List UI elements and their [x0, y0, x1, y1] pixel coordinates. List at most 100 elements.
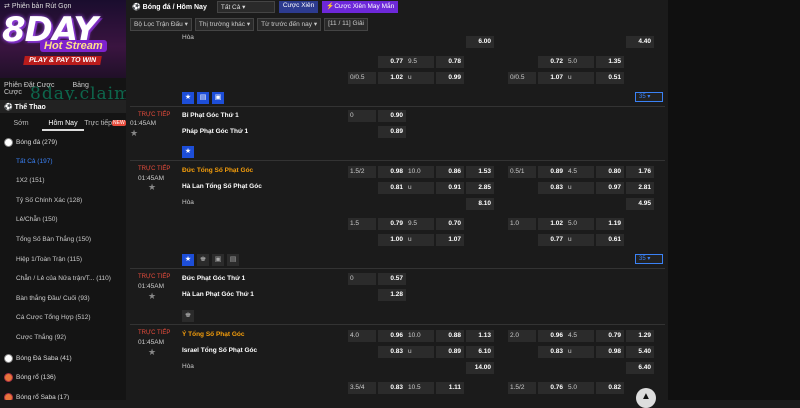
- handicap-cell: 0.5/1: [508, 166, 536, 178]
- odds-cell[interactable]: 5.40: [626, 346, 654, 358]
- odds-cell[interactable]: 0.70: [436, 218, 464, 230]
- odds-cell[interactable]: 1.02: [538, 218, 566, 230]
- sidebar-item[interactable]: Cược Thắng (92): [0, 330, 126, 350]
- filter-bar: Bộ Lọc Trận Đấu ▾ Thị trường khác ▾ Từ t…: [130, 18, 368, 32]
- odds-cell[interactable]: 0.89: [538, 166, 566, 178]
- odds-cell[interactable]: 1.07: [436, 234, 464, 246]
- odds-cell[interactable]: 0.96: [538, 330, 566, 342]
- odds-cell[interactable]: 14.00: [466, 362, 494, 374]
- odds-cell[interactable]: 0.91: [436, 182, 464, 194]
- odds-cell[interactable]: 0.89: [436, 346, 464, 358]
- sidebar-item[interactable]: Bóng rổ (136): [0, 369, 126, 389]
- odds-cell[interactable]: 0.79: [378, 218, 406, 230]
- favorite-star-icon[interactable]: ★: [148, 182, 156, 193]
- page-select[interactable]: 35 ▾: [635, 92, 663, 102]
- tv-icon[interactable]: ▣: [212, 92, 224, 104]
- odds-cell[interactable]: 6.00: [466, 36, 494, 48]
- sidebar-item[interactable]: Tất Cả (197): [0, 154, 126, 174]
- sidebar-item[interactable]: Tỷ Số Chính Xác (128): [0, 193, 126, 213]
- odds-cell[interactable]: 0.98: [596, 346, 624, 358]
- odds-cell[interactable]: 0.99: [436, 72, 464, 84]
- sidebar-item[interactable]: Lẻ/Chẵn (150): [0, 212, 126, 232]
- jersey-icon[interactable]: ♚: [197, 254, 209, 266]
- odds-cell[interactable]: 0.72: [538, 56, 566, 68]
- odds-cell[interactable]: 0.51: [596, 72, 624, 84]
- stats-icon[interactable]: ▤: [227, 254, 239, 266]
- promo-banner[interactable]: ⇄ Phiên bản Rút Gọn 8DAY Hot Stream PLAY…: [0, 0, 126, 78]
- sidebar-item[interactable]: Bóng đá (279): [0, 134, 126, 154]
- odds-cell[interactable]: 0.97: [596, 182, 624, 194]
- favorite-star-icon[interactable]: ★: [148, 347, 156, 358]
- odds-cell[interactable]: 0.90: [378, 110, 406, 122]
- odds-cell[interactable]: 0.83: [538, 346, 566, 358]
- favorite-star-icon[interactable]: ★: [148, 291, 156, 302]
- odds-cell[interactable]: 0.80: [596, 166, 624, 178]
- odds-cell[interactable]: 1.13: [466, 330, 494, 342]
- star-icon[interactable]: ★: [182, 146, 194, 158]
- parlay-button[interactable]: Cược Xiên: [278, 1, 319, 13]
- odds-cell[interactable]: 1.19: [596, 218, 624, 230]
- sidebar-item[interactable]: Chẵn / Lẻ của Nửa trận/T... (110): [0, 271, 126, 291]
- odds-cell[interactable]: 1.00: [378, 234, 406, 246]
- odds-cell[interactable]: 0.83: [378, 346, 406, 358]
- market-filter[interactable]: Thị trường khác ▾: [194, 18, 255, 31]
- odds-cell[interactable]: 6.40: [626, 362, 654, 374]
- odds-cell[interactable]: 1.76: [626, 166, 654, 178]
- odds-cell[interactable]: 0.78: [436, 56, 464, 68]
- odds-cell[interactable]: 0.83: [538, 182, 566, 194]
- odds-cell[interactable]: 4.95: [626, 198, 654, 210]
- home-team: Bỉ Phạt Góc Thứ 1: [182, 112, 239, 119]
- sidebar-item[interactable]: Tổng Số Bàn Thắng (150): [0, 232, 126, 252]
- odds-cell[interactable]: 0.61: [596, 234, 624, 246]
- odds-cell[interactable]: 4.40: [626, 36, 654, 48]
- odds-cell[interactable]: 1.07: [538, 72, 566, 84]
- odds-cell[interactable]: 0.86: [436, 166, 464, 178]
- odds-cell[interactable]: 0.88: [436, 330, 464, 342]
- odds-cell[interactable]: 0.57: [378, 273, 406, 285]
- sidebar-item[interactable]: Hiệp 1/Toàn Trận (115): [0, 252, 126, 272]
- odds-cell[interactable]: 8.10: [466, 198, 494, 210]
- odds-cell[interactable]: 0.82: [596, 382, 624, 394]
- stats-icon[interactable]: ▤: [197, 92, 209, 104]
- scroll-top-button[interactable]: ▲: [636, 388, 656, 408]
- odds-cell[interactable]: 1.35: [596, 56, 624, 68]
- odds-cell[interactable]: 2.85: [466, 182, 494, 194]
- odds-cell[interactable]: 0.96: [378, 330, 406, 342]
- odds-cell[interactable]: 0.81: [378, 182, 406, 194]
- star-icon[interactable]: ★: [182, 92, 194, 104]
- page-select[interactable]: 35 ▾: [635, 254, 663, 264]
- jersey-icon[interactable]: ♚: [182, 310, 194, 322]
- odds-cell[interactable]: 0.83: [378, 382, 406, 394]
- odds-cell[interactable]: 0.98: [378, 166, 406, 178]
- odds-cell[interactable]: 0.76: [538, 382, 566, 394]
- odds-cell[interactable]: 6.10: [466, 346, 494, 358]
- odds-cell[interactable]: 0.77: [538, 234, 566, 246]
- odds-cell[interactable]: 1.29: [626, 330, 654, 342]
- sidebar-item[interactable]: Bóng Đá Saba (41): [0, 350, 126, 370]
- sidebar-item[interactable]: Bàn thắng Đầu/ Cuối (93): [0, 291, 126, 311]
- match-filter[interactable]: Bộ Lọc Trận Đấu ▾: [130, 18, 192, 31]
- odds-cell[interactable]: 0.77: [378, 56, 406, 68]
- odds-cell[interactable]: 1.53: [466, 166, 494, 178]
- lucky-parlay-button[interactable]: ⚡Cược Xiên May Mắn: [322, 1, 399, 13]
- odds-cell[interactable]: 1.11: [436, 382, 464, 394]
- tab-today[interactable]: Hôm Nay: [42, 117, 84, 131]
- odds-cell[interactable]: 2.81: [626, 182, 654, 194]
- odds-cell[interactable]: 0.89: [378, 126, 406, 138]
- handicap-cell: 5.0: [566, 218, 594, 230]
- star-icon[interactable]: ★: [182, 254, 194, 266]
- tv-icon[interactable]: ▣: [212, 254, 224, 266]
- league-filter[interactable]: [11 / 11] Giải: [324, 18, 368, 31]
- handicap-cell: u: [566, 72, 594, 84]
- market-select[interactable]: Tất Cả ▾: [216, 1, 275, 13]
- favorite-star-icon[interactable]: ★: [130, 128, 138, 139]
- odds-cell[interactable]: 1.02: [378, 72, 406, 84]
- tab-early[interactable]: Sớm: [0, 117, 42, 131]
- sidebar-item[interactable]: Cá Cược Tổng Hợp (512): [0, 310, 126, 330]
- odds-cell[interactable]: 0.79: [596, 330, 624, 342]
- sidebar-item[interactable]: Bóng rổ Saba (17): [0, 389, 126, 400]
- odds-cell[interactable]: 1.28: [378, 289, 406, 301]
- tab-live[interactable]: Trực tiếpNEW: [84, 117, 126, 131]
- sort-filter[interactable]: Từ trước đến nay ▾: [257, 18, 322, 31]
- sidebar-item[interactable]: 1X2 (151): [0, 173, 126, 193]
